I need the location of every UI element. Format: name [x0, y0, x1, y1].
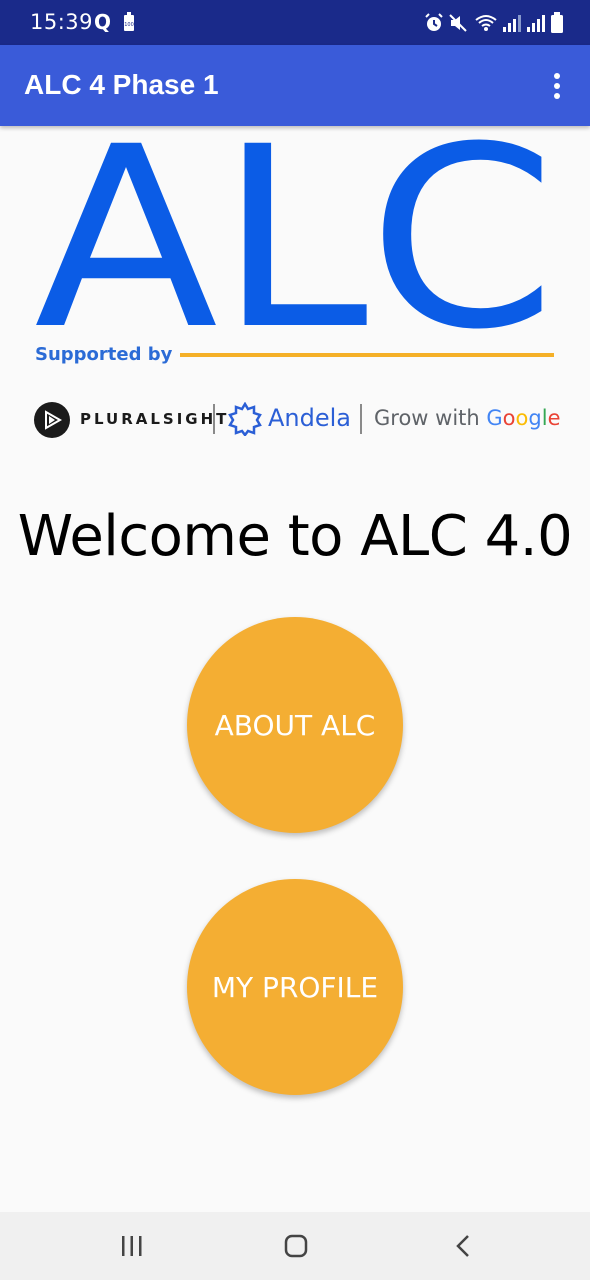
recent-apps-icon[interactable] — [118, 1232, 146, 1260]
alc-logo-text: ALC — [34, 128, 556, 338]
status-bar: 15:39 Q 100 — [0, 0, 590, 45]
google-letter: o — [515, 406, 529, 430]
partner-divider — [360, 404, 362, 434]
supported-by-divider — [180, 353, 554, 357]
battery-saver-icon: 100 — [124, 12, 134, 31]
about-alc-button[interactable]: ABOUT ALC — [187, 617, 403, 833]
grow-with-prefix: Grow with — [374, 406, 487, 430]
battery-icon — [551, 12, 563, 33]
andela-label: Andela — [268, 404, 352, 432]
system-navigation-bar — [0, 1212, 590, 1280]
app-bar: ALC 4 Phase 1 — [0, 45, 590, 126]
overflow-menu-icon[interactable] — [542, 69, 572, 103]
andela-logo-icon — [228, 402, 262, 436]
google-letter: o — [502, 406, 516, 430]
pluralsight-label: PLURALSIGHT — [80, 410, 230, 428]
wifi-icon — [475, 15, 497, 31]
alc-logo: ALC — [34, 128, 556, 338]
home-icon[interactable] — [282, 1232, 310, 1260]
partner-logos: PLURALSIGHT Andela Grow with Google — [34, 398, 560, 442]
notification-q-icon: Q — [94, 10, 112, 34]
alc-banner: ALC Supported by PLURALSIGHT Andela Grow… — [30, 128, 560, 448]
app-title: ALC 4 Phase 1 — [24, 69, 219, 100]
my-profile-button[interactable]: MY PROFILE — [187, 879, 403, 1095]
alarm-icon — [425, 13, 443, 31]
grow-with-google-label: Grow with Google — [374, 406, 560, 430]
signal-icon — [503, 15, 521, 32]
google-letter: G — [486, 406, 503, 430]
google-letter: g — [528, 406, 542, 430]
signal-icon — [527, 15, 545, 32]
pluralsight-logo-icon — [34, 402, 70, 438]
mute-icon — [449, 14, 467, 32]
status-icons — [424, 10, 564, 36]
welcome-heading: Welcome to ALC 4.0 — [17, 504, 573, 569]
battery-badge-text: 100 — [124, 22, 134, 28]
supported-by-label: Supported by — [35, 344, 173, 365]
partner-divider — [213, 404, 215, 434]
back-icon[interactable] — [450, 1232, 478, 1260]
google-letter: e — [547, 406, 561, 430]
status-time: 15:39 — [30, 10, 94, 34]
